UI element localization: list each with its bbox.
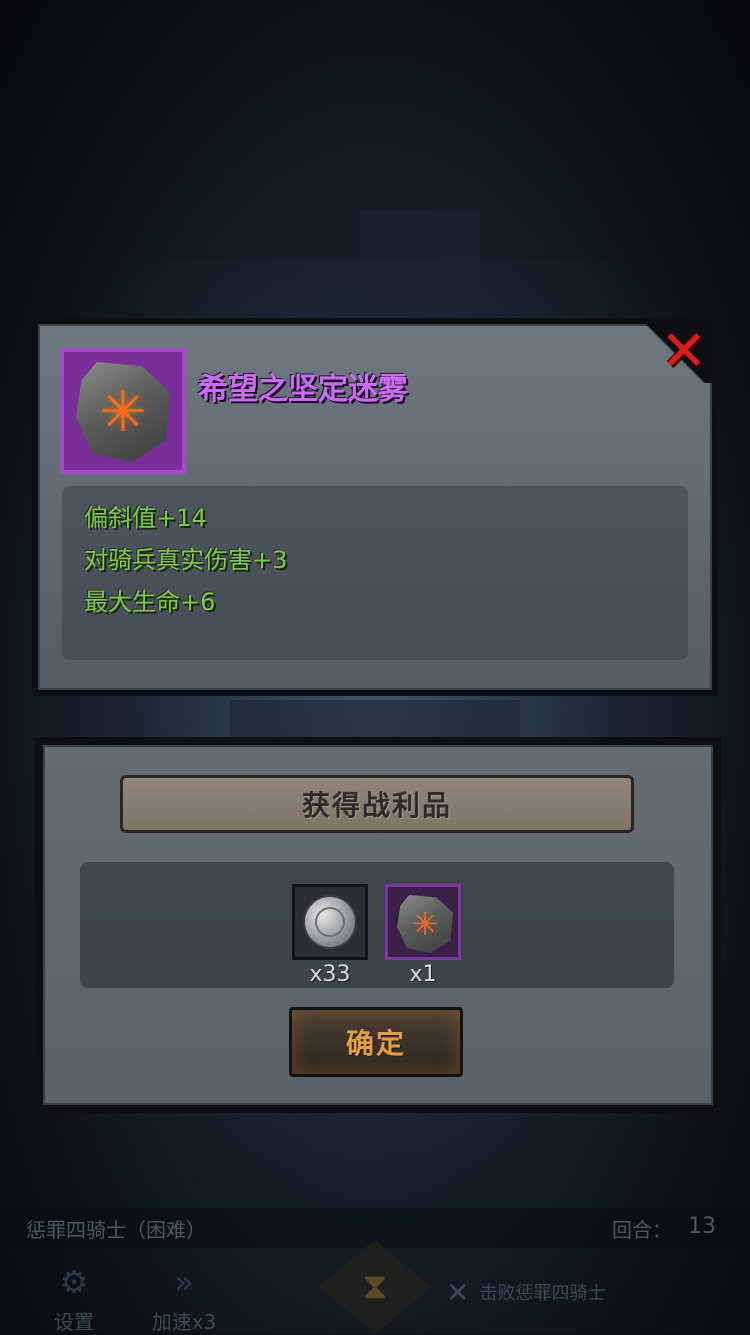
loot-item-rune[interactable]: ✳	[385, 884, 461, 960]
crossed-swords-icon: ✕	[446, 1275, 470, 1309]
objective-indicator: ✕ 击败惩罪四骑士	[446, 1272, 605, 1312]
loot-slot-area	[80, 862, 674, 988]
confirm-label: 确定	[345, 1027, 406, 1060]
round-value: 13	[688, 1214, 716, 1239]
close-icon: ✕	[660, 319, 708, 384]
rune-stone-icon: ✳	[76, 362, 170, 462]
settings-label: 设置	[54, 1310, 94, 1334]
loot-item-coin[interactable]	[292, 884, 368, 960]
loot-title-banner: 获得战利品	[120, 775, 634, 833]
speed-label: 加速x3	[151, 1310, 217, 1334]
loot-quantity-coin: x33	[309, 962, 351, 987]
objective-text: 击败惩罪四骑士	[479, 1283, 606, 1304]
speed-button[interactable]: » 加速x3	[144, 1252, 224, 1334]
stat-line-cavalry-damage: 对骑兵真实伤害+3	[84, 546, 288, 574]
end-turn-button[interactable]: ⧗	[318, 1240, 432, 1334]
stat-line-deflection: 偏斜值+14	[84, 504, 207, 532]
coin-icon	[303, 895, 357, 949]
settings-button[interactable]: ⚙ 设置	[34, 1252, 114, 1334]
stage-name: 惩罪四骑士（困难）	[26, 1218, 206, 1242]
rune-glyph: ✳	[411, 905, 439, 943]
gear-icon: ⚙	[59, 1263, 89, 1301]
close-button[interactable]: ✕	[660, 319, 708, 384]
confirm-button[interactable]: 确定	[289, 1007, 463, 1077]
item-icon-frame: ✳	[60, 348, 186, 474]
background-tower	[360, 210, 480, 310]
round-label: 回合：	[612, 1218, 672, 1242]
rune-stone-icon: ✳	[397, 895, 453, 953]
hourglass-icon: ⧗	[362, 1266, 388, 1307]
background-gate	[230, 700, 520, 740]
loot-title: 获得战利品	[301, 789, 452, 822]
stat-line-max-health: 最大生命+6	[84, 588, 216, 616]
loot-quantity-rune: x1	[409, 962, 437, 987]
fast-forward-icon: »	[174, 1263, 194, 1301]
item-name: 希望之坚定迷雾	[198, 372, 408, 407]
rune-glyph: ✳	[99, 379, 147, 445]
